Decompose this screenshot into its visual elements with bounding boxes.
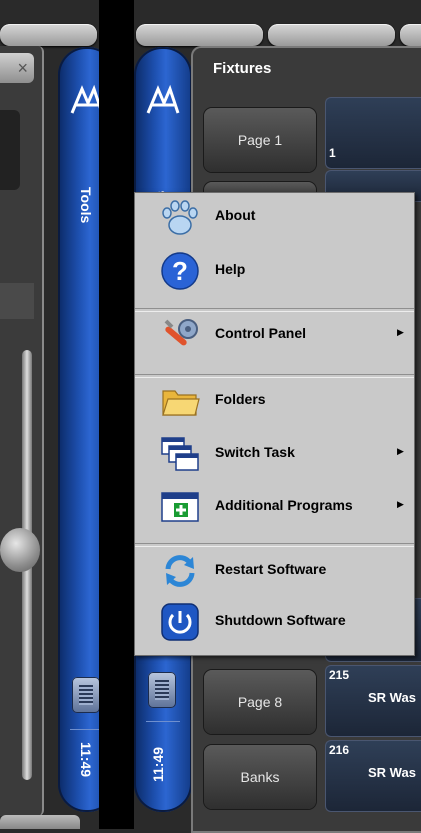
fixture-number: 1	[329, 146, 336, 160]
tab-strip-segment-2[interactable]	[136, 24, 263, 46]
switch-task-icon	[161, 437, 199, 471]
menu-item-additional-programs[interactable]: Additional Programs ▶	[135, 483, 414, 531]
submenu-arrow-icon: ▶	[397, 499, 404, 509]
tab-strip-segment-1[interactable]	[0, 24, 97, 46]
fixture-name: SR Was	[368, 765, 416, 780]
fixture-number: 216	[329, 743, 350, 757]
toolbar-divider	[146, 721, 180, 722]
menu-item-restart-software[interactable]: Restart Software	[135, 547, 414, 595]
keyboard-icon[interactable]	[72, 677, 100, 713]
close-icon[interactable]: ×	[0, 53, 34, 83]
panel-title: Fixtures	[213, 60, 272, 77]
page-button-label: Page 8	[237, 694, 283, 710]
fader-knob[interactable]	[0, 528, 40, 572]
power-icon	[161, 603, 199, 641]
tab-strip-segment-3[interactable]	[268, 24, 395, 46]
submenu-arrow-icon: ▶	[397, 327, 404, 337]
menu-item-control-panel[interactable]: Control Panel ▶	[135, 311, 414, 359]
menu-item-about[interactable]: About	[135, 193, 414, 241]
add-program-icon	[161, 492, 199, 522]
tools-menu: About ? Help Control Panel ▶ Folders Swi…	[134, 192, 415, 656]
fixture-cell[interactable]: 1	[325, 97, 421, 169]
clock-time: 11:49	[78, 742, 94, 778]
help-icon: ?	[161, 252, 199, 290]
page-button-1[interactable]: Page 1	[204, 108, 316, 172]
menu-item-label: Folders	[215, 391, 266, 407]
left-panel-bar	[0, 283, 34, 319]
tab-strip-segment-4[interactable]	[400, 24, 421, 46]
menu-item-label: Switch Task	[215, 444, 295, 460]
fixture-name: SR Was	[368, 690, 416, 705]
left-panel-display	[0, 110, 20, 190]
menu-item-help[interactable]: ? Help	[135, 247, 414, 295]
clock-time: 11:49	[150, 746, 166, 782]
menu-item-label: Additional Programs	[215, 497, 353, 513]
fixture-number: 215	[329, 668, 350, 682]
menu-item-switch-task[interactable]: Switch Task ▶	[135, 430, 414, 478]
fixture-cell[interactable]: 216 SR Was	[325, 740, 421, 812]
banks-button[interactable]: Banks	[204, 745, 316, 809]
restart-icon	[165, 555, 195, 587]
page-button-label: Page 1	[237, 132, 283, 148]
menu-item-label: Restart Software	[215, 561, 327, 577]
screen-gap	[99, 0, 134, 829]
control-panel-icon	[164, 319, 198, 346]
bottom-tab[interactable]	[0, 815, 80, 829]
menu-item-label: Shutdown Software	[215, 612, 346, 628]
page-button-8[interactable]: Page 8	[204, 670, 316, 734]
toolbar-label: Tools	[78, 187, 94, 224]
menu-item-label: Help	[215, 261, 246, 277]
menu-item-folders[interactable]: Folders	[135, 377, 414, 425]
submenu-arrow-icon: ▶	[397, 446, 404, 456]
svg-text:?: ?	[172, 256, 188, 286]
keyboard-icon[interactable]	[148, 672, 176, 708]
fixture-cell[interactable]: 215 SR Was	[325, 665, 421, 737]
paw-icon	[162, 200, 198, 235]
avolites-logo-icon	[146, 84, 180, 114]
menu-item-label: Control Panel	[215, 325, 307, 341]
menu-item-shutdown-software[interactable]: Shutdown Software	[135, 598, 414, 646]
menu-item-label: About	[215, 207, 256, 223]
folder-icon	[162, 390, 200, 416]
page-button-label: Banks	[240, 769, 280, 785]
